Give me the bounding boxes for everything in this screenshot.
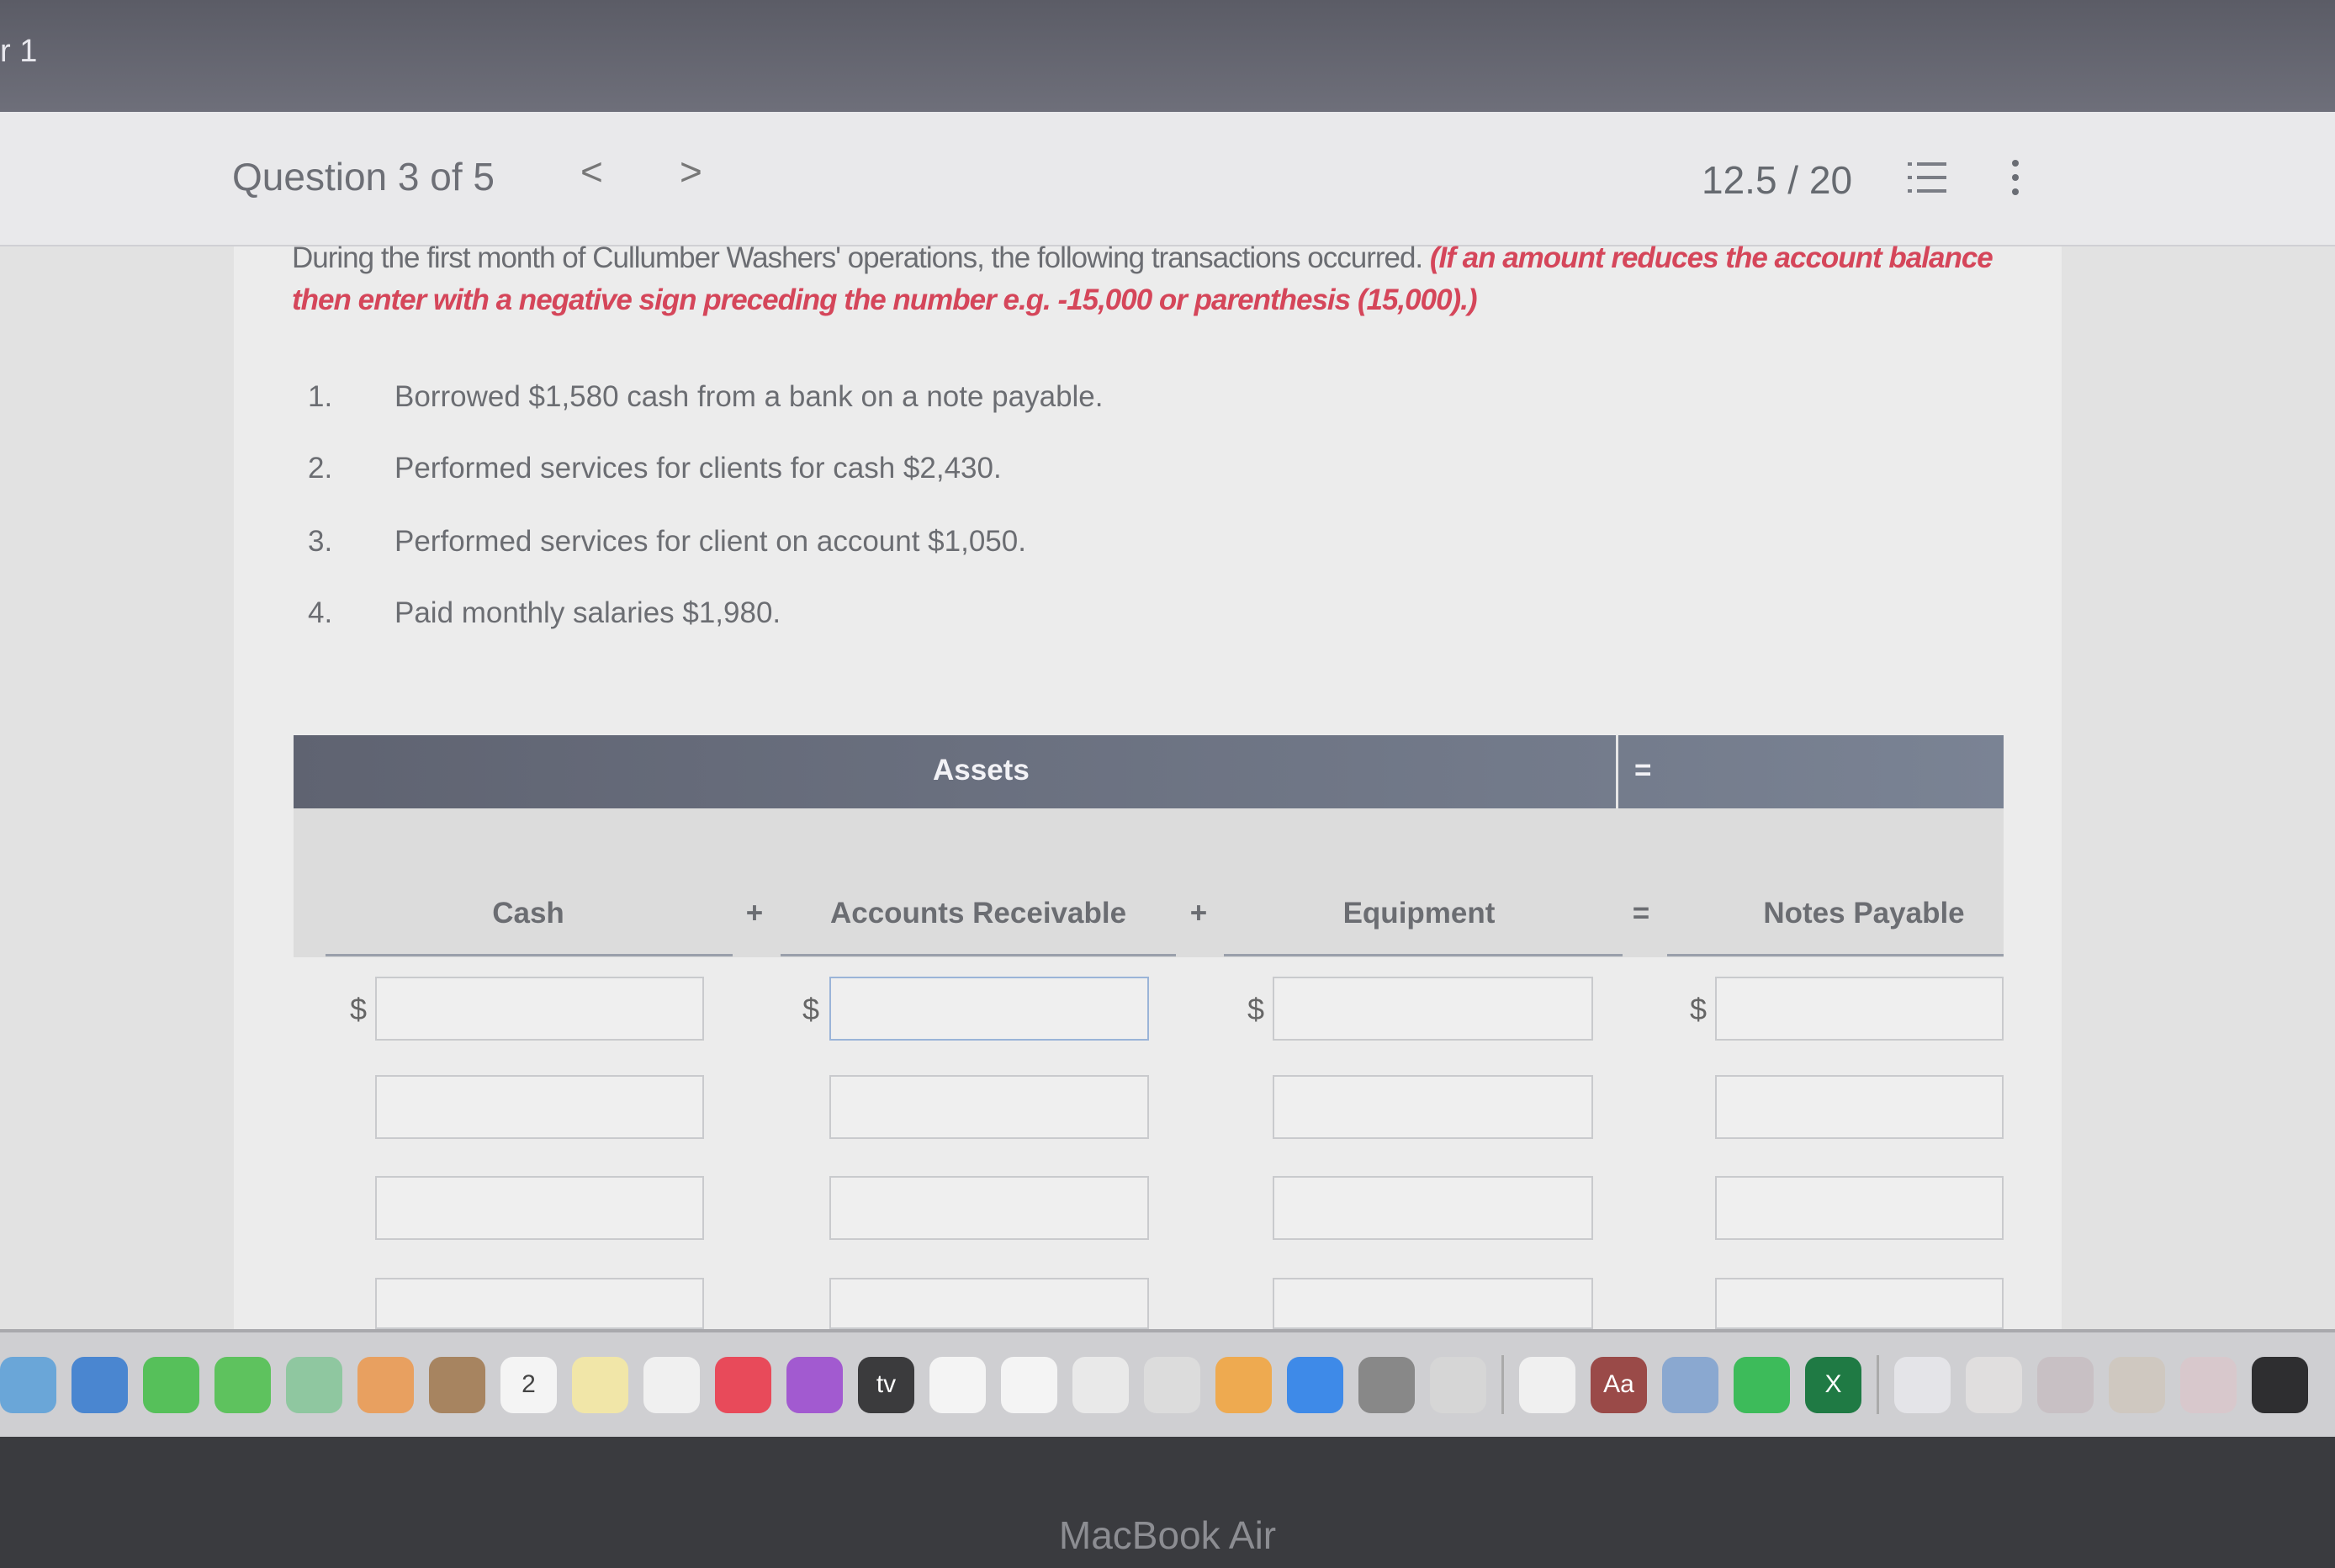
numbers-icon[interactable] (1072, 1356, 1129, 1413)
question-counter: Question 3 of 5 (232, 155, 495, 199)
spotify-icon[interactable] (1734, 1356, 1790, 1413)
calendar-icon[interactable]: 2 (500, 1356, 557, 1413)
apple-tv-icon[interactable]: tv (858, 1356, 914, 1413)
excel-icon[interactable]: X (1805, 1356, 1861, 1413)
messages-icon[interactable] (214, 1356, 271, 1413)
accounts-receivable-input-row-1[interactable] (829, 977, 1149, 1041)
notes-icon[interactable] (572, 1356, 628, 1413)
photos-icon[interactable] (357, 1356, 414, 1413)
cash-input-row-2[interactable] (375, 1075, 704, 1139)
list-icon[interactable] (1908, 161, 1946, 194)
notes-payable-input-row-4[interactable] (1715, 1278, 2004, 1329)
notes-payable-input-row-3[interactable] (1715, 1176, 2004, 1240)
window-1-icon[interactable] (1894, 1356, 1951, 1413)
col-cash: Cash (492, 897, 564, 930)
window-5-icon[interactable] (2180, 1356, 2237, 1413)
next-question-button[interactable]: > (680, 149, 702, 194)
equipment-input-row-2[interactable] (1273, 1075, 1593, 1139)
notes-payable-input-row-1[interactable] (1715, 977, 2004, 1041)
cash-input-row-4[interactable] (375, 1278, 704, 1329)
plus-sign: + (1189, 897, 1208, 930)
help-icon[interactable] (1430, 1356, 1486, 1413)
problem-intro: During the first month of Cullumber Wash… (292, 237, 2025, 321)
item-text: Performed services for clients for cash … (394, 452, 1002, 485)
window-6-icon[interactable] (2252, 1356, 2308, 1413)
equipment-input-row-3[interactable] (1273, 1176, 1593, 1240)
prev-question-button[interactable]: < (580, 149, 603, 194)
dollar-sign: $ (1690, 992, 1708, 1026)
device-label: MacBook Air (1058, 1513, 1277, 1557)
dock-separator (1877, 1355, 1879, 1414)
equals-sign: = (1634, 754, 1652, 787)
contacts-icon[interactable] (429, 1356, 485, 1413)
accounts-receivable-input-row-4[interactable] (829, 1278, 1149, 1329)
preview-icon[interactable] (1662, 1356, 1718, 1413)
notes-payable-input-row-2[interactable] (1715, 1075, 2004, 1139)
window-3-icon[interactable] (2037, 1356, 2094, 1413)
item-text: Borrowed $1,580 cash from a bank on a no… (394, 380, 1104, 413)
dock-separator (1501, 1355, 1504, 1414)
equipment-input-row-1[interactable] (1273, 977, 1593, 1041)
kebab-icon[interactable] (2007, 159, 2024, 196)
safari-icon[interactable] (71, 1356, 128, 1413)
pages-icon[interactable] (1215, 1356, 1272, 1413)
col-notes-payable: Notes Payable (1763, 897, 1965, 930)
chrome-icon[interactable] (1519, 1356, 1575, 1413)
column-header-row: Cash + Accounts Receivable + Equipment =… (294, 808, 2004, 957)
news-icon[interactable] (1001, 1356, 1057, 1413)
cash-input-row-3[interactable] (375, 1176, 704, 1240)
transaction-item: 1. Borrowed $1,580 cash from a bank on a … (308, 380, 1104, 414)
item-number: 1. (308, 380, 333, 413)
transaction-item: 3. Performed services for client on accou… (308, 525, 1026, 559)
intro-text: During the first month of Cullumber Wash… (292, 241, 1430, 274)
equals-sign: = (1632, 897, 1650, 930)
app-store-icon[interactable] (1287, 1356, 1343, 1413)
dock: 2 tv Aa X (0, 1329, 2335, 1437)
col-accounts-receivable: Accounts Receivable (829, 897, 1127, 930)
window-4-icon[interactable] (2109, 1356, 2165, 1413)
question-header: Question 3 of 5 < > 12.5 / 20 (0, 112, 2335, 246)
transaction-item: 2. Performed services for clients for cas… (308, 452, 1002, 485)
left-margin (0, 246, 234, 1329)
plus-sign: + (745, 897, 764, 930)
equipment-input-row-4[interactable] (1273, 1278, 1593, 1329)
dictionary-icon[interactable]: Aa (1591, 1356, 1647, 1413)
music-icon[interactable] (715, 1356, 771, 1413)
item-number: 4. (308, 596, 333, 629)
item-text: Performed services for client on account… (394, 525, 1026, 558)
table-group-header: Assets = (294, 735, 2004, 808)
col-equipment: Equipment (1342, 897, 1496, 930)
accounts-receivable-input-row-3[interactable] (829, 1176, 1149, 1240)
right-margin (2062, 246, 2335, 1329)
score: 12.5 / 20 (1702, 158, 1853, 202)
browser-top-bar: r 1 (0, 0, 2335, 112)
system-settings-icon[interactable] (1358, 1356, 1415, 1413)
dollar-sign: $ (1247, 992, 1265, 1026)
transaction-item: 4. Paid monthly salaries $1,980. (308, 596, 781, 630)
window-2-icon[interactable] (1966, 1356, 2022, 1413)
cash-input-row-1[interactable] (375, 977, 704, 1041)
item-number: 2. (308, 452, 333, 485)
keynote-icon[interactable] (1144, 1356, 1200, 1413)
accounts-receivable-input-row-2[interactable] (829, 1075, 1149, 1139)
freeform-icon[interactable] (643, 1356, 700, 1413)
item-text: Paid monthly salaries $1,980. (394, 596, 781, 629)
dollar-sign: $ (350, 992, 368, 1026)
reminders-icon[interactable] (929, 1356, 986, 1413)
item-number: 3. (308, 525, 333, 558)
podcasts-icon[interactable] (786, 1356, 843, 1413)
assets-header: Assets (933, 754, 1030, 787)
dollar-sign: $ (802, 992, 820, 1026)
facetime-icon[interactable] (143, 1356, 199, 1413)
mail-icon[interactable] (0, 1356, 56, 1413)
maps-icon[interactable] (286, 1356, 342, 1413)
tab-fragment[interactable]: r 1 (0, 34, 37, 70)
